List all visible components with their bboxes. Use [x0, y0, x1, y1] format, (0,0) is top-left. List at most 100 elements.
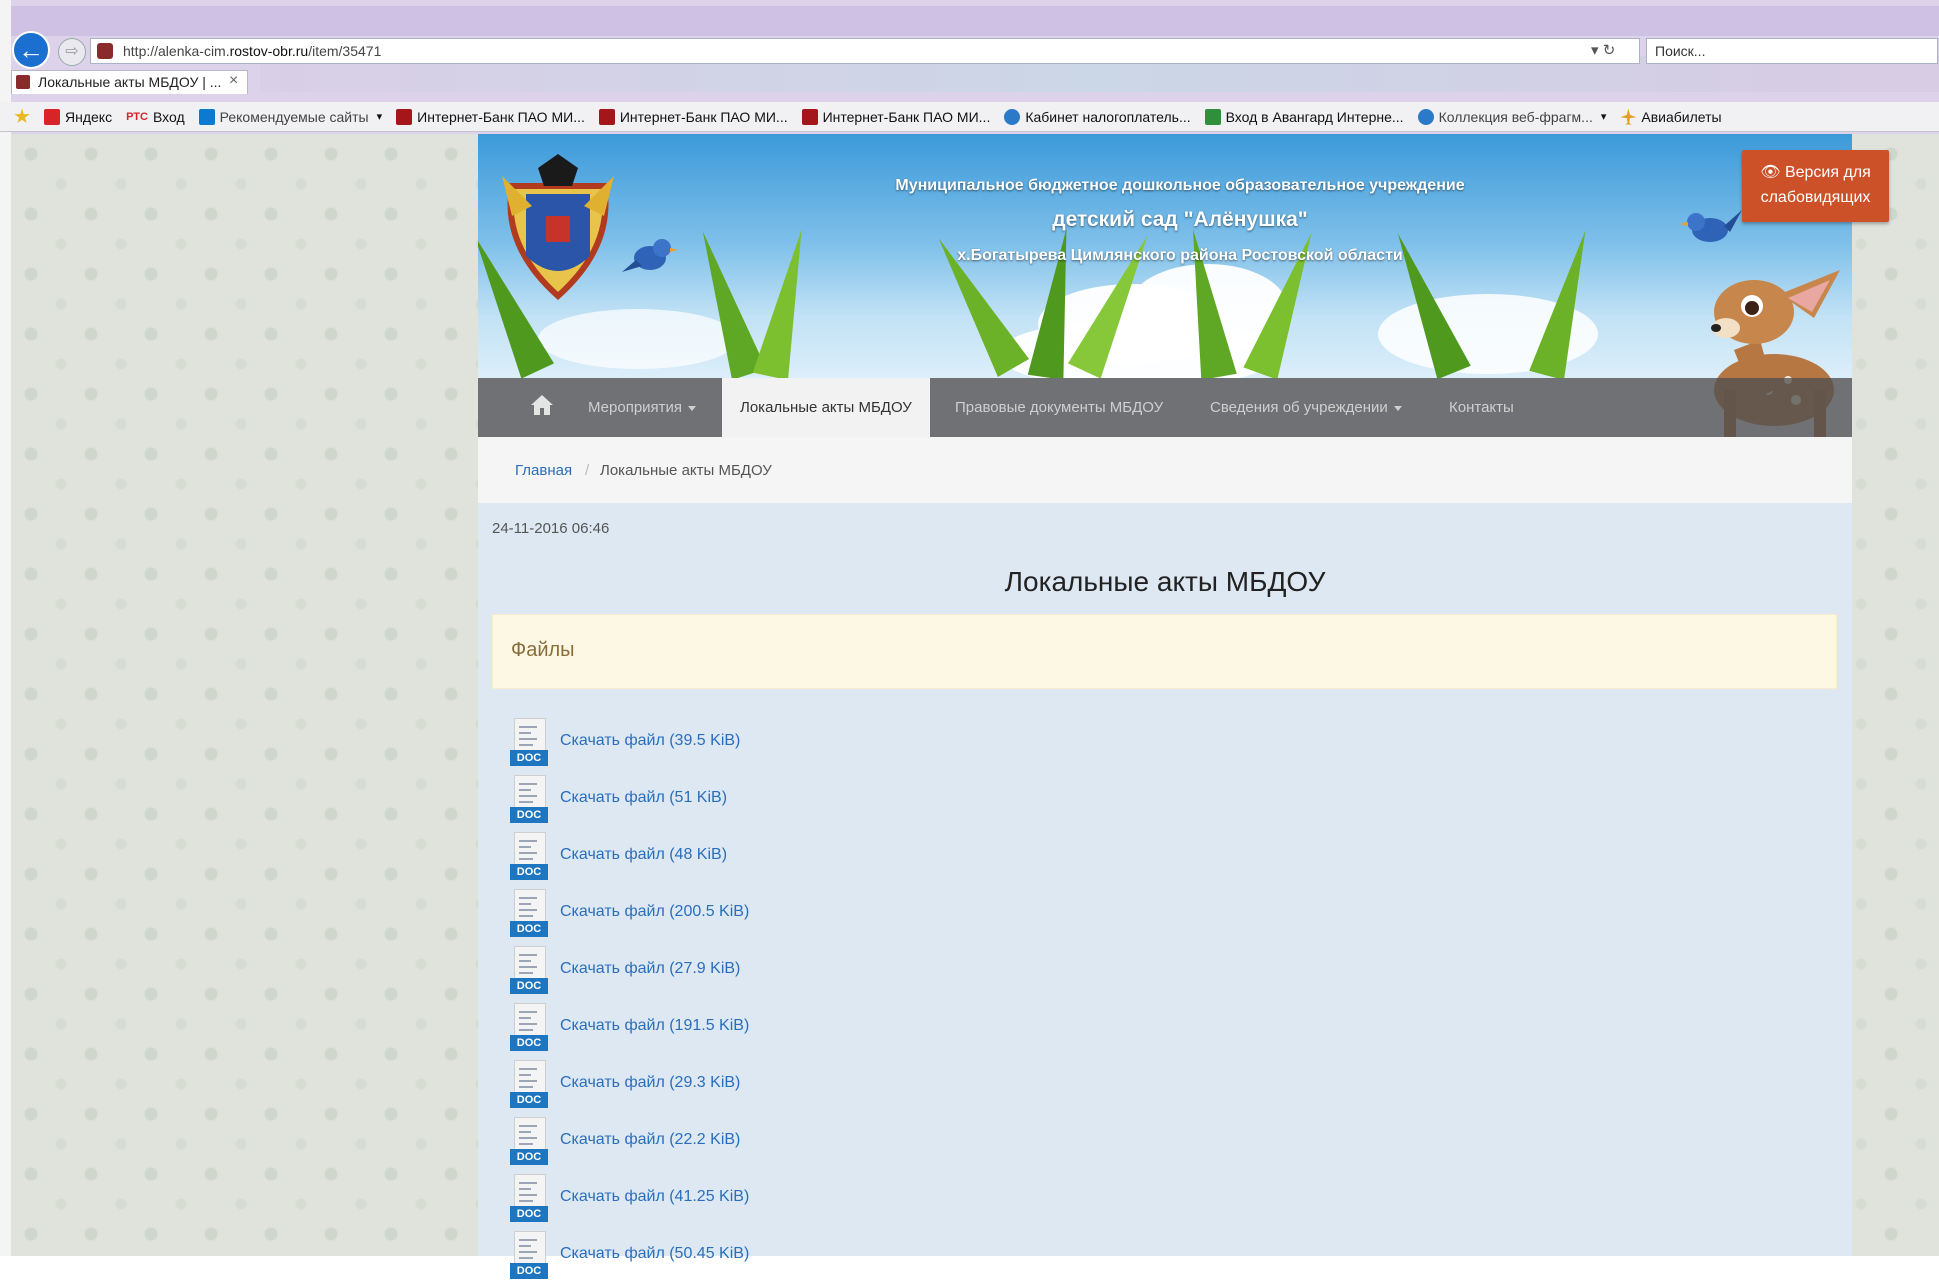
favorite-web-slices[interactable]: Коллекция веб-фрагм...: [1417, 108, 1607, 125]
publish-date: 24-11-2016 06:46: [492, 520, 610, 537]
low-vision-version-button[interactable]: 👁 Версия для слабовидящих: [1742, 150, 1889, 222]
favorite-label: Коллекция веб-фрагм...: [1438, 108, 1593, 125]
favorite-label: Вход: [152, 108, 185, 125]
download-file-link[interactable]: Скачать файл (50.45 KiB): [560, 1245, 749, 1263]
favorite-bank-3[interactable]: Интернет-Банк ПАО МИ...: [801, 108, 990, 125]
bing-icon: [198, 108, 215, 125]
nav-item-events[interactable]: Мероприятия: [588, 378, 697, 437]
favorite-label: Интернет-Банк ПАО МИ...: [417, 108, 585, 125]
nav-item-contacts[interactable]: Контакты: [1449, 378, 1514, 437]
window-edge: [0, 0, 11, 1256]
favorite-tax-cabinet[interactable]: Кабинет налогоплатель...: [1004, 108, 1191, 125]
favorite-label: Рекомендуемые сайты: [219, 108, 369, 125]
nav-item-label: Локальные акты МБДОУ: [740, 399, 912, 416]
favorite-flights[interactable]: Авиабилеты: [1620, 108, 1722, 125]
download-file-link[interactable]: Скачать файл (22.2 KiB): [560, 1131, 740, 1149]
doc-badge: DOC: [510, 807, 548, 823]
download-file-link[interactable]: Скачать файл (39.5 KiB): [560, 732, 740, 750]
doc-file-icon[interactable]: DOC: [510, 1003, 548, 1053]
caret-down-icon: [688, 405, 697, 411]
doc-badge: DOC: [510, 1263, 548, 1279]
address-url[interactable]: http://alenka-cim.rostov-obr.ru/item/354…: [123, 43, 381, 59]
tab-close-icon[interactable]: ×: [229, 72, 238, 90]
favorite-bank-1[interactable]: Интернет-Банк ПАО МИ...: [396, 108, 585, 125]
bank-icon: [801, 108, 818, 125]
doc-file-icon[interactable]: DOC: [510, 1231, 548, 1281]
favorites-bar: Яндекс РТС Вход Рекомендуемые сайты Интер…: [0, 102, 1939, 132]
rtc-icon: РТС: [126, 110, 148, 123]
forward-button[interactable]: ⇨: [58, 38, 86, 66]
files-heading: Файлы: [511, 639, 575, 661]
favorite-yandex[interactable]: Яндекс: [44, 108, 113, 125]
breadcrumb-separator: /: [585, 462, 590, 479]
breadcrumb-home-link[interactable]: Главная: [515, 462, 572, 479]
header-org-type: Муниципальное бюджетное дошкольное образ…: [895, 177, 1465, 194]
doc-file-icon[interactable]: DOC: [510, 889, 548, 939]
nav-item-label: Мероприятия: [588, 399, 683, 416]
favorite-label: Кабинет налогоплатель...: [1025, 108, 1191, 125]
breadcrumb-current: Локальные акты МБДОУ: [600, 462, 772, 479]
doc-file-icon[interactable]: DOC: [510, 832, 548, 882]
download-file-link[interactable]: Скачать файл (51 KiB): [560, 789, 727, 807]
bluebird-icon: [622, 239, 678, 272]
doc-badge: DOC: [510, 978, 548, 994]
download-file-link[interactable]: Скачать файл (41.25 KiB): [560, 1188, 749, 1206]
favorite-rtc-login[interactable]: РТС Вход: [126, 109, 185, 125]
favorite-label: Авиабилеты: [1641, 108, 1722, 125]
address-bar[interactable]: http://alenka-cim.rostov-obr.ru/item/354…: [90, 38, 1640, 64]
download-file-link[interactable]: Скачать файл (27.9 KiB): [560, 960, 740, 978]
doc-badge: DOC: [510, 1149, 548, 1165]
doc-badge: DOC: [510, 1206, 548, 1222]
doc-file-icon[interactable]: DOC: [510, 1060, 548, 1110]
avangard-icon: [1204, 108, 1221, 125]
doc-file-icon[interactable]: DOC: [510, 946, 548, 996]
favorite-bank-2[interactable]: Интернет-Банк ПАО МИ...: [598, 108, 788, 125]
tab-favicon-icon: [16, 75, 30, 89]
background-window-ribbon: [11, 6, 1939, 36]
browser-tab[interactable]: Локальные акты МБДОУ | ... ×: [11, 70, 248, 94]
search-placeholder: Поиск...: [1655, 43, 1706, 59]
nav-item-label: Сведения об учреждении: [1210, 399, 1388, 416]
nav-item-institution-info[interactable]: Сведения об учреждении: [1210, 378, 1402, 437]
doc-badge: DOC: [510, 921, 548, 937]
ie-icon: [1417, 108, 1434, 125]
download-file-link[interactable]: Скачать файл (191.5 KiB): [560, 1017, 749, 1035]
doc-badge: DOC: [510, 1035, 548, 1051]
header-site-name: детский сад "Алёнушка": [1052, 208, 1308, 231]
download-file-link[interactable]: Скачать файл (29.3 KiB): [560, 1074, 740, 1092]
nav-item-local-acts[interactable]: Локальные акты МБДОУ: [722, 378, 930, 437]
bank-icon: [598, 108, 615, 125]
doc-badge: DOC: [510, 864, 548, 880]
search-input[interactable]: Поиск...: [1646, 38, 1938, 64]
favorites-star-icon[interactable]: [14, 108, 30, 125]
url-host: rostov-obr.ru: [229, 43, 309, 59]
doc-file-icon[interactable]: DOC: [510, 775, 548, 825]
doc-file-icon[interactable]: DOC: [510, 718, 548, 768]
tax-icon: [1004, 108, 1021, 125]
url-path: /item/35471: [308, 43, 382, 59]
yandex-icon: [44, 108, 60, 125]
favorite-label: Вход в Авангард Интерне...: [1225, 108, 1404, 125]
download-file-link[interactable]: Скачать файл (48 KiB): [560, 846, 727, 864]
doc-file-icon[interactable]: DOC: [510, 1174, 548, 1224]
refresh-icon[interactable]: ▾ ↻: [1591, 41, 1615, 59]
plane-icon: [1620, 108, 1637, 125]
back-button[interactable]: ←: [12, 31, 50, 69]
favorite-avangard[interactable]: Вход в Авангард Интерне...: [1204, 108, 1404, 125]
favorite-label: Интернет-Банк ПАО МИ...: [619, 108, 788, 125]
download-file-link[interactable]: Скачать файл (200.5 KiB): [560, 903, 749, 921]
nav-item-legal-docs[interactable]: Правовые документы МБДОУ: [955, 378, 1163, 437]
bank-icon: [396, 108, 413, 125]
coat-of-arms-icon: [502, 154, 614, 301]
url-prefix: http://alenka-cim.: [123, 43, 230, 59]
favorite-recommended-sites[interactable]: Рекомендуемые сайты: [198, 108, 383, 125]
favorite-label: Яндекс: [65, 108, 113, 125]
nav-item-label: Контакты: [1449, 399, 1514, 416]
doc-badge: DOC: [510, 1092, 548, 1108]
doc-file-icon[interactable]: DOC: [510, 1117, 548, 1167]
tab-title: Локальные акты МБДОУ | ...: [38, 74, 222, 90]
home-icon[interactable]: [530, 393, 554, 417]
header-location: х.Богатырева Цимлянского района Ростовск…: [957, 247, 1403, 264]
caret-down-icon: [1393, 405, 1402, 411]
site-favicon-icon: [97, 43, 113, 59]
